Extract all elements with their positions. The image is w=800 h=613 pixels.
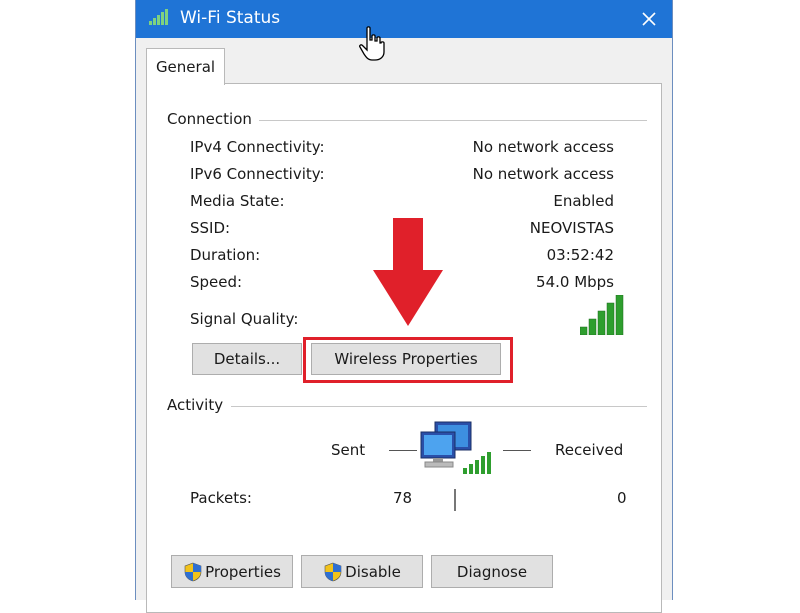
activity-group-title: Activity <box>167 396 224 414</box>
media-state-value: Enabled <box>553 192 614 210</box>
ipv4-value: No network access <box>472 138 614 156</box>
window-title: Wi-Fi Status <box>180 8 281 28</box>
tab-general-label: General <box>155 58 216 76</box>
general-panel: Connection IPv4 Connectivity: No network… <box>146 83 662 613</box>
ipv4-label: IPv4 Connectivity: <box>190 138 325 156</box>
ssid-value: NEOVISTAS <box>529 219 614 237</box>
signal-quality-icon <box>580 295 624 335</box>
duration-value: 03:52:42 <box>546 246 614 264</box>
title-bar[interactable]: Wi-Fi Status <box>136 0 672 61</box>
signal-bar <box>606 302 615 335</box>
tab-general[interactable]: General <box>146 48 225 85</box>
signal-bar <box>588 318 597 335</box>
speed-label: Speed: <box>190 273 243 291</box>
connection-group-title: Connection <box>167 110 252 128</box>
connection-divider <box>259 120 647 121</box>
packets-divider <box>454 489 456 511</box>
details-button[interactable]: Details... <box>192 343 302 375</box>
signal-quality-label: Signal Quality: <box>190 310 299 328</box>
signal-bar <box>597 310 606 335</box>
sent-label: Sent <box>331 441 366 459</box>
signal-bar <box>580 326 588 335</box>
ipv6-value: No network access <box>472 165 614 183</box>
speed-value: 54.0 Mbps <box>536 273 614 291</box>
duration-label: Duration: <box>190 246 261 264</box>
properties-button[interactable]: Properties <box>171 555 293 588</box>
wireless-properties-button-label: Wireless Properties <box>334 350 478 368</box>
wireless-properties-button[interactable]: Wireless Properties <box>311 343 501 375</box>
details-button-label: Details... <box>213 350 281 368</box>
diagnose-button-label: Diagnose <box>456 562 528 581</box>
ipv6-label: IPv6 Connectivity: <box>190 165 325 183</box>
received-label: Received <box>555 441 624 459</box>
ssid-label: SSID: <box>190 219 231 237</box>
properties-button-label: Properties <box>205 562 281 581</box>
received-line <box>503 450 531 451</box>
close-icon <box>642 12 656 26</box>
uac-shield-icon <box>324 562 342 581</box>
signal-bar <box>615 295 624 335</box>
network-computers-icon <box>420 421 491 474</box>
packets-label: Packets: <box>190 489 252 507</box>
uac-shield-icon <box>184 562 202 581</box>
wifi-signal-icon <box>149 9 168 25</box>
packets-received-value: 0 <box>617 489 627 507</box>
packets-sent-value: 78 <box>393 489 413 507</box>
close-button[interactable] <box>626 0 672 38</box>
sent-line <box>389 450 417 451</box>
red-arrow-annotation <box>373 218 443 326</box>
media-state-label: Media State: <box>190 192 285 210</box>
disable-button[interactable]: Disable <box>301 555 423 588</box>
diagnose-button[interactable]: Diagnose <box>431 555 553 588</box>
hand-cursor-icon <box>359 26 385 61</box>
disable-button-label: Disable <box>345 562 401 581</box>
activity-divider <box>231 406 647 407</box>
